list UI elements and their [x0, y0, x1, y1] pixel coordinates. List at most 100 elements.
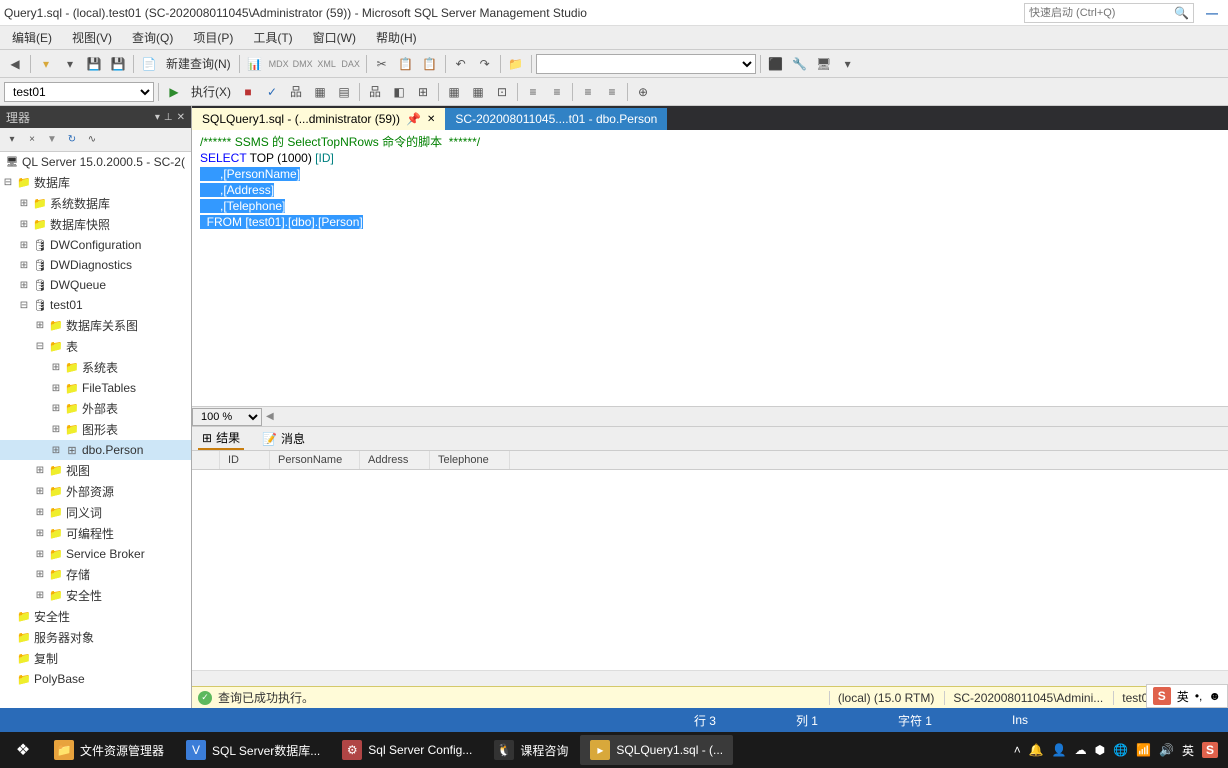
mdx-icon[interactable]: MDX [268, 53, 290, 75]
save-all-icon[interactable]: 💾 [107, 53, 129, 75]
menu-project[interactable]: 项目(P) [183, 25, 243, 50]
sogou-icon[interactable]: S [1153, 687, 1171, 705]
activity-icon[interactable]: ⬛ [765, 53, 787, 75]
oe-pin-icon[interactable]: ⊥ [164, 112, 173, 123]
tree-toggle-icon[interactable]: ⊞ [50, 403, 62, 414]
tree-toggle-icon[interactable]: ⊞ [18, 219, 30, 230]
tree-toggle-icon[interactable]: ⊞ [34, 590, 46, 601]
tree-toggle-icon[interactable]: ⊞ [18, 198, 30, 209]
execute-label[interactable]: 执行(X) [187, 83, 235, 100]
zoom-selector[interactable]: 100 % [192, 408, 262, 426]
tree-toggle-icon[interactable]: ⊞ [34, 320, 46, 331]
tray-sound-icon[interactable]: 🔊 [1159, 743, 1174, 757]
include-plan-icon[interactable]: 品 [364, 81, 386, 103]
tree-toggle-icon[interactable]: ⊞ [34, 528, 46, 539]
tab-messages[interactable]: 📝 消息 [258, 428, 309, 449]
close-icon[interactable]: ✕ [427, 114, 435, 125]
menu-tools[interactable]: 工具(T) [243, 25, 302, 50]
ime-emoji-icon[interactable]: ☻ [1208, 689, 1221, 703]
solution-icon[interactable]: 📁 [505, 53, 527, 75]
execute-icon[interactable]: ▶ [163, 81, 185, 103]
template-icon[interactable]: ▾ [837, 53, 859, 75]
grid-icon[interactable]: ▦ [309, 81, 331, 103]
tree-toggle-icon[interactable]: ⊞ [50, 445, 62, 456]
taskbar-item[interactable]: ⚙Sql Server Config... [332, 735, 482, 765]
tree-toggle-icon[interactable]: ⊞ [34, 465, 46, 476]
tree-node[interactable]: 服务器对象 [0, 627, 191, 648]
taskbar-item[interactable]: 🐧课程咨询 [484, 735, 578, 765]
tree-node[interactable]: ⊞外部资源 [0, 481, 191, 502]
menu-view[interactable]: 视图(V) [62, 25, 122, 50]
stats-icon[interactable]: ⊞ [412, 81, 434, 103]
new-query-icon[interactable]: 📄 [138, 53, 160, 75]
tree-node[interactable]: ⊞Service Broker [0, 544, 191, 564]
tree-node[interactable]: ⊞DWQueue [0, 275, 191, 295]
oe-dropdown-icon[interactable]: ▾ [155, 112, 160, 123]
tray-cloud-icon[interactable]: ☁ [1075, 743, 1087, 757]
tree-node[interactable]: ⊞DWConfiguration [0, 235, 191, 255]
indent-icon[interactable]: ≡ [522, 81, 544, 103]
tray-up-icon[interactable]: ˄ [1014, 743, 1021, 757]
menu-query[interactable]: 查询(Q) [122, 25, 183, 50]
opt1-icon[interactable]: ▦ [443, 81, 465, 103]
new-query-label[interactable]: 新建查询(N) [162, 55, 235, 72]
tree-toggle-icon[interactable]: ⊟ [34, 341, 46, 352]
tree-node[interactable]: ⊞DWDiagnostics [0, 255, 191, 275]
tree-node[interactable]: ⊞图形表 [0, 419, 191, 440]
copy-icon[interactable]: 📋 [395, 53, 417, 75]
tree-node[interactable]: ⊟test01 [0, 295, 191, 315]
xmla-icon[interactable]: XML [316, 53, 338, 75]
comment-icon[interactable]: ≡ [577, 81, 599, 103]
oe-close-icon[interactable]: ✕ [177, 112, 185, 123]
taskbar-item[interactable]: 📁文件资源管理器 [44, 735, 174, 765]
save-icon[interactable]: 💾 [83, 53, 105, 75]
col-id[interactable]: ID [220, 451, 270, 469]
tray-notif-icon[interactable]: 🔔 [1029, 743, 1044, 757]
text-icon[interactable]: ▤ [333, 81, 355, 103]
tree-node[interactable]: ⊞数据库关系图 [0, 315, 191, 336]
oe-refresh-icon[interactable]: ↻ [64, 132, 80, 148]
tree-node[interactable]: ⊞dbo.Person [0, 440, 191, 460]
tree-toggle-icon[interactable]: ⊞ [18, 240, 30, 251]
tree-toggle-icon[interactable]: ⊞ [50, 424, 62, 435]
new-project-icon[interactable]: ▾ [35, 53, 57, 75]
solution-config[interactable] [536, 54, 756, 74]
parse-icon[interactable]: ✓ [261, 81, 283, 103]
settings-icon[interactable]: 🔧 [789, 53, 811, 75]
tree-toggle-icon[interactable]: ⊞ [18, 280, 30, 291]
ime-punct[interactable]: •, [1195, 689, 1203, 703]
tree-toggle-icon[interactable]: ⊞ [34, 549, 46, 560]
stop-icon[interactable]: ■ [237, 81, 259, 103]
oe-tree[interactable]: QL Server 15.0.2000.5 - SC-2( ⊟数据库⊞系统数据库… [0, 152, 191, 708]
start-button[interactable]: ❖ [4, 735, 42, 765]
tree-toggle-icon[interactable]: ⊞ [34, 486, 46, 497]
tree-node[interactable]: 安全性 [0, 606, 191, 627]
live-plan-icon[interactable]: ◧ [388, 81, 410, 103]
ime-bar[interactable]: S 英 •, ☻ [1146, 684, 1228, 708]
tray-sogou-icon[interactable]: S [1202, 742, 1218, 758]
sql-editor[interactable]: /****** SSMS 的 SelectTopNRows 命令的脚本 ****… [192, 130, 1228, 406]
tray-vm-icon[interactable]: ⬢ [1095, 743, 1105, 757]
ime-lang[interactable]: 英 [1177, 688, 1189, 705]
tree-node[interactable]: ⊟数据库 [0, 172, 191, 193]
tree-node[interactable]: ⊞FileTables [0, 378, 191, 398]
tree-toggle-icon[interactable]: ⊟ [2, 177, 14, 188]
oe-activity-icon[interactable]: ∿ [84, 132, 100, 148]
outdent-icon[interactable]: ≡ [546, 81, 568, 103]
tab-results[interactable]: ⊞ 结果 [198, 427, 244, 450]
tree-toggle-icon[interactable]: ⊞ [50, 383, 62, 394]
tree-node[interactable]: ⊟表 [0, 336, 191, 357]
uncomment-icon[interactable]: ≡ [601, 81, 623, 103]
pin-icon[interactable]: 📌 [406, 112, 421, 126]
tree-node[interactable]: ⊞同义词 [0, 502, 191, 523]
tree-toggle-icon[interactable]: ⊟ [18, 300, 30, 311]
minimize-button[interactable]: — [1200, 3, 1224, 23]
tree-node[interactable]: ⊞视图 [0, 460, 191, 481]
chevron-left-icon[interactable]: ◀ [266, 411, 274, 422]
system-tray[interactable]: ˄ 🔔 👤 ☁ ⬢ 🌐 📶 🔊 英 S [1014, 742, 1224, 759]
tray-people-icon[interactable]: 👤 [1052, 743, 1067, 757]
oe-connect-icon[interactable]: ▾ [4, 132, 20, 148]
tree-node[interactable]: ⊞系统表 [0, 357, 191, 378]
tree-node[interactable]: ⊞存储 [0, 564, 191, 585]
database-selector[interactable]: test01 [4, 82, 154, 102]
